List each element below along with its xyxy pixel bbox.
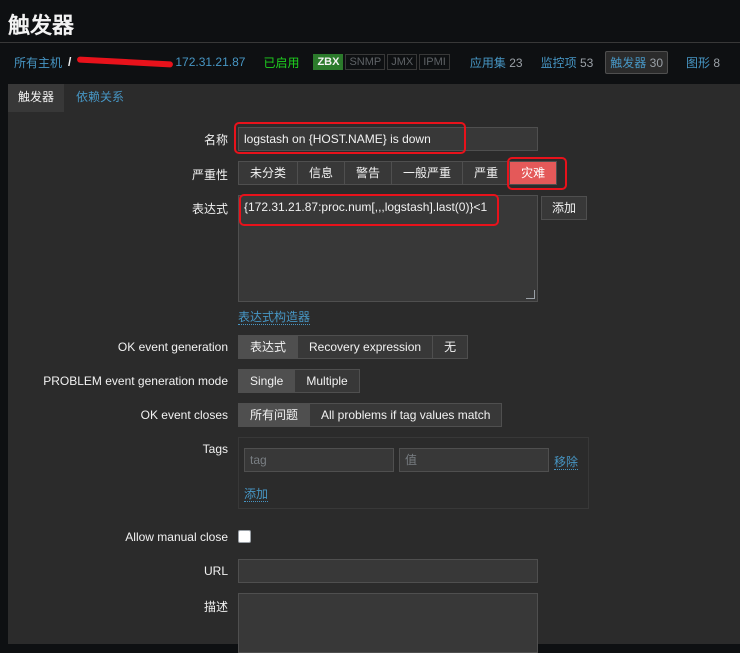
tag-value-input[interactable]: 值 <box>399 448 549 472</box>
badge-zbx: ZBX <box>313 54 344 70</box>
problem-mode-single[interactable]: Single <box>239 370 296 392</box>
add-expression-button[interactable]: 添加 <box>541 196 588 220</box>
ok-event-closes-selector: 所有问题 All problems if tag values match <box>238 403 503 427</box>
highlight-severity <box>507 157 567 190</box>
ok-gen-expression[interactable]: 表达式 <box>239 336 299 358</box>
page-title: 触发器 <box>8 13 75 38</box>
problem-mode-multiple[interactable]: Multiple <box>295 370 358 392</box>
tag-name-input[interactable]: tag <box>244 448 394 472</box>
resize-handle-icon[interactable] <box>526 290 535 299</box>
highlight-name <box>234 122 466 154</box>
ok-event-generation-label: OK event generation <box>117 340 228 354</box>
tags-label: Tags <box>202 442 228 456</box>
breadcrumb-all-hosts[interactable]: 所有主机 <box>14 54 62 71</box>
trigger-form: 名称 logstash on {HOST.NAME} is down 严重性 未… <box>8 112 740 653</box>
severity-information[interactable]: 信息 <box>298 162 346 184</box>
breadcrumb: 所有主机 / 172.31.21.87 已启用 ZBX SNMP JMX IPM… <box>14 50 720 74</box>
severity-warning[interactable]: 警告 <box>345 162 393 184</box>
description-textarea[interactable] <box>238 593 538 653</box>
nav-applications[interactable]: 应用集 23 <box>470 54 523 71</box>
nav-triggers[interactable]: 触发器 30 <box>605 50 669 74</box>
remove-tag-link[interactable]: 移除 <box>554 453 579 470</box>
tab-trigger[interactable]: 触发器 <box>8 84 65 114</box>
problem-mode-label: PROBLEM event generation mode <box>43 374 228 388</box>
allow-manual-close-checkbox[interactable] <box>238 530 251 543</box>
title-divider <box>0 42 740 43</box>
severity-average[interactable]: 一般严重 <box>392 162 464 184</box>
severity-not-classified[interactable]: 未分类 <box>239 162 299 184</box>
form-tabs: 触发器 依赖关系 <box>8 84 740 114</box>
breadcrumb-separator: / <box>68 55 72 69</box>
badge-jmx: JMX <box>387 54 418 70</box>
availability-badges: ZBX SNMP JMX IPMI <box>313 54 451 70</box>
ok-closes-all-problems[interactable]: 所有问题 <box>239 404 311 426</box>
nav-graphs[interactable]: 图形 8 <box>686 54 720 71</box>
tags-box: tag 值 移除 添加 <box>238 437 589 509</box>
expression-label: 表达式 <box>191 202 228 216</box>
url-label: URL <box>203 564 228 578</box>
severity-high[interactable]: 严重 <box>463 162 511 184</box>
ok-gen-none[interactable]: 无 <box>433 336 467 358</box>
ok-event-closes-label: OK event closes <box>140 408 228 422</box>
add-tag-link[interactable]: 添加 <box>244 485 269 502</box>
breadcrumb-host[interactable]: 172.31.21.87 <box>175 55 245 69</box>
ok-event-generation-selector: 表达式 Recovery expression 无 <box>238 335 469 359</box>
description-label: 描述 <box>203 600 228 614</box>
ok-gen-recovery-expression[interactable]: Recovery expression <box>298 336 434 358</box>
severity-label: 严重性 <box>191 168 228 182</box>
tab-dependencies[interactable]: 依赖关系 <box>66 84 134 112</box>
nav-items[interactable]: 监控项 53 <box>541 54 594 71</box>
name-label: 名称 <box>203 133 228 147</box>
allow-manual-close-label: Allow manual close <box>125 530 228 544</box>
problem-mode-selector: Single Multiple <box>238 369 360 393</box>
highlight-expression <box>239 194 499 226</box>
ok-closes-tag-match[interactable]: All problems if tag values match <box>310 404 501 426</box>
expression-builder-link[interactable]: 表达式构造器 <box>238 308 311 325</box>
host-status[interactable]: 已启用 <box>263 54 299 71</box>
badge-snmp: SNMP <box>345 54 386 70</box>
badge-ipmi: IPMI <box>419 54 450 70</box>
url-input[interactable] <box>238 559 538 583</box>
redaction-mark <box>77 56 174 68</box>
